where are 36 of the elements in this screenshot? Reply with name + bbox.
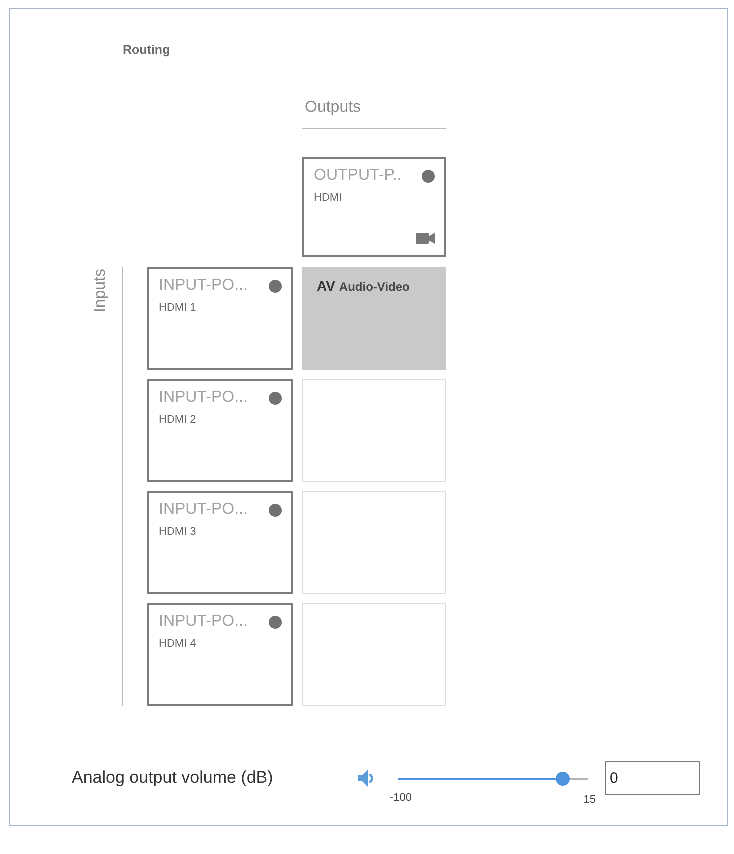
crosspoint-cell[interactable]	[302, 603, 446, 706]
section-title: Routing	[123, 43, 170, 58]
slider-thumb[interactable]	[556, 772, 570, 786]
port-type: HDMI 4	[159, 638, 196, 651]
volume-input[interactable]: 0	[605, 761, 700, 795]
status-dot-icon	[269, 280, 282, 292]
output-port-card[interactable]: OUTPUT-P.. HDMI	[302, 157, 446, 257]
status-dot-icon	[269, 616, 282, 628]
crosspoint-cell[interactable]	[302, 379, 446, 482]
slider-min-label: -100	[390, 792, 412, 805]
port-name: INPUT-PO...	[159, 500, 248, 520]
input-port-card[interactable]: INPUT-PO... HDMI 4	[147, 603, 293, 706]
port-type: HDMI	[314, 192, 342, 205]
crosspoint-cell[interactable]	[302, 491, 446, 594]
port-type: HDMI 3	[159, 526, 196, 539]
volume-label: Analog output volume (dB)	[72, 767, 274, 789]
signal-code: AV	[317, 278, 336, 294]
speaker-icon[interactable]	[358, 769, 376, 788]
port-type: HDMI 2	[159, 414, 196, 427]
port-type: HDMI 1	[159, 302, 196, 315]
port-name: INPUT-PO...	[159, 612, 248, 632]
signal-label: Audio-Video	[339, 279, 410, 295]
status-dot-icon	[422, 170, 435, 182]
video-camera-icon	[416, 233, 435, 244]
status-dot-icon	[269, 504, 282, 516]
input-port-card[interactable]: INPUT-PO... HDMI 2	[147, 379, 293, 482]
port-name: OUTPUT-P..	[314, 166, 402, 186]
inputs-heading: Inputs	[92, 269, 110, 313]
input-port-card[interactable]: INPUT-PO... HDMI 1	[147, 267, 293, 370]
input-port-card[interactable]: INPUT-PO... HDMI 3	[147, 491, 293, 594]
slider-max-label: 15	[584, 794, 596, 807]
crosspoint-cell[interactable]: AV Audio-Video	[302, 267, 446, 370]
status-dot-icon	[269, 392, 282, 404]
port-name: INPUT-PO...	[159, 388, 248, 408]
port-name: INPUT-PO...	[159, 276, 248, 296]
outputs-heading: Outputs	[302, 98, 446, 129]
